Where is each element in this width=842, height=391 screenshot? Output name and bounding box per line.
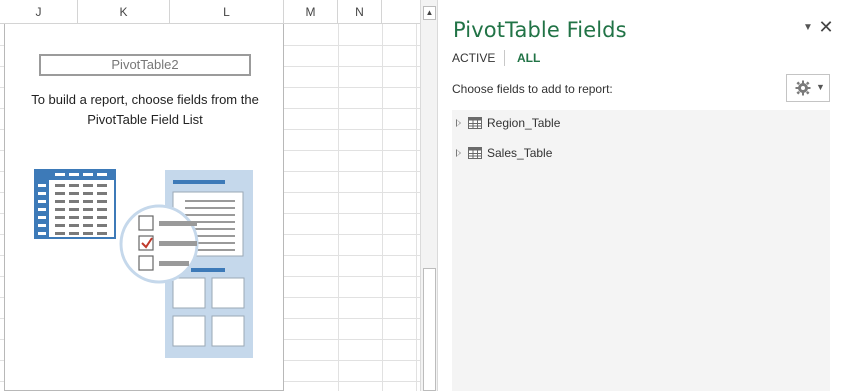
column-header-j[interactable]: J [0, 0, 78, 24]
close-icon[interactable]: ✕ [818, 18, 834, 36]
field-label: Region_Table [487, 116, 561, 130]
field-list[interactable]: Region_Table Sales_Table [452, 110, 830, 391]
column-header-n[interactable]: N [338, 0, 382, 24]
chevron-down-icon: ▼ [816, 82, 825, 92]
field-label: Sales_Table [487, 146, 553, 160]
field-item-region-table[interactable]: Region_Table [452, 113, 652, 135]
field-settings-button[interactable]: ▼ [786, 74, 830, 102]
tab-separator [504, 50, 505, 66]
pivot-table-fields-pane: PivotTable Fields ▼ ✕ ACTIVE ALL Choose … [438, 0, 842, 391]
column-header-l[interactable]: L [170, 0, 284, 24]
grid-line [382, 24, 383, 391]
tab-active[interactable]: ACTIVE [452, 51, 495, 65]
table-icon [468, 117, 482, 129]
pivot-table-name: PivotTable2 [39, 54, 251, 76]
choose-fields-label: Choose fields to add to report: [452, 82, 613, 96]
field-item-sales-table[interactable]: Sales_Table [452, 143, 652, 165]
worksheet-grid[interactable]: J K L M N PivotTable2 To build a report,… [0, 0, 420, 391]
pivot-instructions: To build a report, choose fields from th… [5, 90, 285, 130]
source-table-icon [34, 169, 116, 239]
column-header-row: J K L M N [0, 0, 420, 24]
pivot-instructions-line1: To build a report, choose fields from th… [31, 92, 259, 107]
scrollbar-thumb[interactable] [423, 268, 436, 391]
vertical-scrollbar[interactable]: ▲ [420, 0, 438, 391]
grid-line [416, 24, 417, 391]
pivot-illustration [34, 169, 253, 358]
expand-arrow-icon[interactable] [456, 119, 461, 127]
column-header-m[interactable]: M [284, 0, 338, 24]
grid-line [338, 24, 339, 391]
column-header-k[interactable]: K [78, 0, 170, 24]
pivot-instructions-line2: PivotTable Field List [87, 112, 203, 127]
scroll-up-arrow-icon[interactable]: ▲ [423, 6, 436, 20]
pane-options-dropdown-icon[interactable]: ▼ [802, 22, 814, 34]
tab-all[interactable]: ALL [517, 51, 540, 65]
gear-icon [795, 80, 811, 96]
checkbox-magnifier-illustration [119, 204, 199, 284]
expand-arrow-icon[interactable] [456, 149, 461, 157]
pane-title: PivotTable Fields [453, 18, 627, 42]
table-icon [468, 147, 482, 159]
pivot-table-placeholder[interactable]: PivotTable2 To build a report, choose fi… [4, 24, 284, 391]
